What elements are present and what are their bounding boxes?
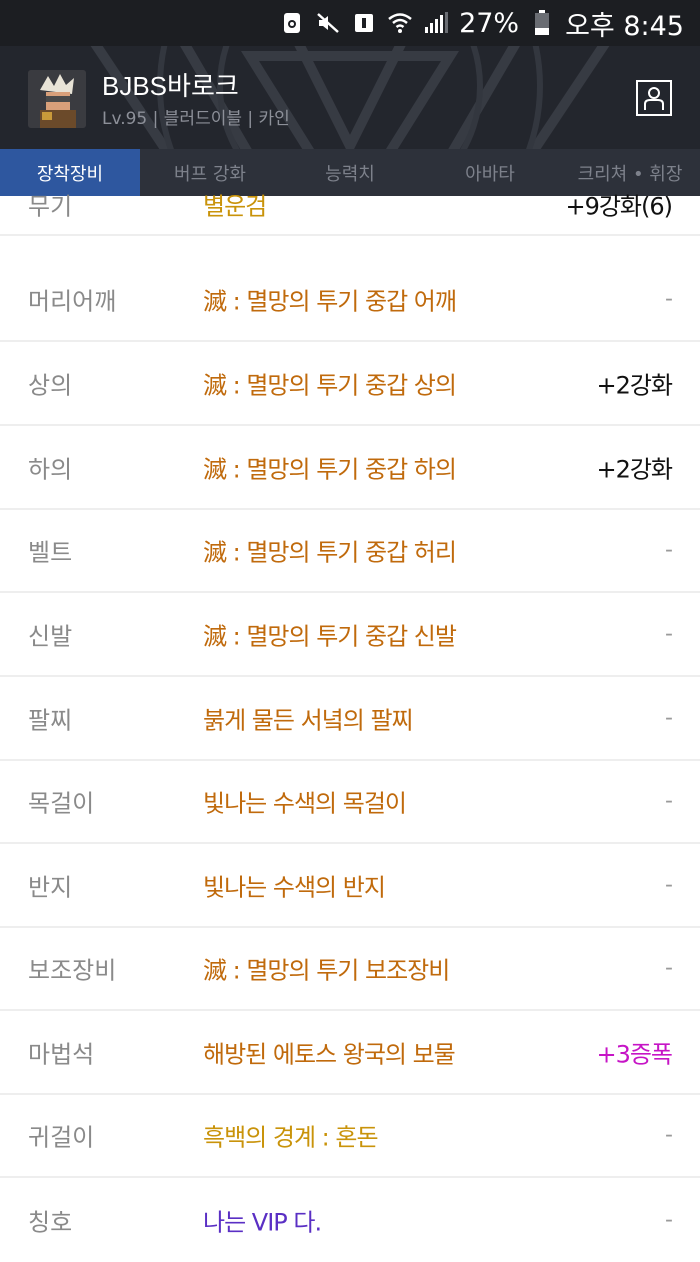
list-item[interactable]: 무기 별운검 +9강화(6) xyxy=(0,174,700,236)
character-header: BJBS바로크 Lv.95 | 블러드이블 | 카인 xyxy=(0,46,700,149)
item-name: 해방된 에토스 왕국의 보물 xyxy=(203,1040,456,1069)
mute-icon xyxy=(315,10,341,36)
upgrade-value: - xyxy=(665,788,673,814)
battery-percent: 27% xyxy=(459,7,520,39)
item-name: 붉게 물든 서녘의 팔찌 xyxy=(203,706,414,735)
item-name: 별운검 xyxy=(203,192,267,221)
item-name: 滅 : 멸망의 투기 중갑 신발 xyxy=(203,622,457,651)
recycle-icon xyxy=(279,10,305,36)
upgrade-value: - xyxy=(665,955,673,981)
upgrade-value: +2강화 xyxy=(596,455,673,484)
list-item[interactable]: 귀걸이 흑백의 경계 : 혼돈 - xyxy=(0,1094,700,1178)
list-item[interactable]: 상의 滅 : 멸망의 투기 중갑 상의 +2강화 xyxy=(0,342,700,426)
character-meta: Lv.95 | 블러드이블 | 카인 xyxy=(102,109,290,129)
slot-label: 벨트 xyxy=(28,538,73,567)
list-item[interactable]: 칭호 나는 VIP 다. - xyxy=(0,1178,700,1262)
list-item[interactable]: 마법석 해방된 에토스 왕국의 보물 +3증폭 xyxy=(0,1011,700,1095)
item-name: 나는 VIP 다. xyxy=(203,1208,322,1237)
person-icon xyxy=(644,87,664,110)
item-name: 滅 : 멸망의 투기 보조장비 xyxy=(203,956,450,985)
slot-label: 마법석 xyxy=(28,1040,95,1069)
slot-label: 머리어깨 xyxy=(28,287,117,316)
upgrade-value: - xyxy=(665,1207,673,1233)
upgrade-value: +9강화(6) xyxy=(565,192,673,221)
list-item[interactable]: 팔찌 붉게 물든 서녘의 팔찌 - xyxy=(0,677,700,761)
item-name: 빛나는 수색의 목걸이 xyxy=(203,789,407,818)
slot-label: 무기 xyxy=(28,192,73,221)
list-item[interactable]: 머리어깨 滅 : 멸망의 투기 중갑 어깨 - xyxy=(0,258,700,342)
list-item[interactable]: 벨트 滅 : 멸망의 투기 중갑 허리 - xyxy=(0,509,700,593)
list-item[interactable]: 반지 빛나는 수색의 반지 - xyxy=(0,844,700,928)
character-name: BJBS바로크 xyxy=(102,71,239,101)
slot-label: 팔찌 xyxy=(28,706,73,735)
list-item[interactable]: 보조장비 滅 : 멸망의 투기 보조장비 - xyxy=(0,927,700,1011)
upgrade-value: - xyxy=(665,1122,673,1148)
upgrade-value: - xyxy=(665,621,673,647)
upgrade-value: - xyxy=(665,286,673,312)
signal-icon xyxy=(423,10,449,36)
item-name: 흑백의 경계 : 혼돈 xyxy=(203,1123,379,1152)
slot-label: 하의 xyxy=(28,455,73,484)
upgrade-value: - xyxy=(665,537,673,563)
character-avatar[interactable] xyxy=(28,70,86,128)
slot-label: 목걸이 xyxy=(28,789,95,818)
list-item[interactable]: 목걸이 빛나는 수색의 목걸이 - xyxy=(0,760,700,844)
slot-label: 칭호 xyxy=(28,1208,73,1237)
slot-label: 반지 xyxy=(28,873,73,902)
slot-label: 신발 xyxy=(28,622,73,651)
item-name: 빛나는 수색의 반지 xyxy=(203,873,386,902)
item-name: 滅 : 멸망의 투기 중갑 하의 xyxy=(203,455,457,484)
slot-label: 보조장비 xyxy=(28,956,117,985)
slot-label: 귀걸이 xyxy=(28,1123,95,1152)
slot-label: 상의 xyxy=(28,371,73,400)
list-item[interactable]: 하의 滅 : 멸망의 투기 중갑 하의 +2강화 xyxy=(0,426,700,510)
wifi-icon xyxy=(387,10,413,36)
list-item[interactable]: 신발 滅 : 멸망의 투기 중갑 신발 - xyxy=(0,593,700,677)
upgrade-value: +2강화 xyxy=(596,371,673,400)
upgrade-value: - xyxy=(665,705,673,731)
item-name: 滅 : 멸망의 투기 중갑 허리 xyxy=(203,538,457,567)
nfc-icon xyxy=(351,10,377,36)
status-bar: 27% 오후 8:45 xyxy=(0,0,700,46)
upgrade-value: - xyxy=(665,872,673,898)
item-name: 滅 : 멸망의 투기 중갑 상의 xyxy=(203,371,457,400)
battery-icon xyxy=(529,10,555,36)
clock: 오후 8:45 xyxy=(565,10,684,42)
profile-button[interactable] xyxy=(636,80,672,116)
upgrade-value: +3증폭 xyxy=(596,1040,673,1069)
item-name: 滅 : 멸망의 투기 중갑 어깨 xyxy=(203,287,457,316)
